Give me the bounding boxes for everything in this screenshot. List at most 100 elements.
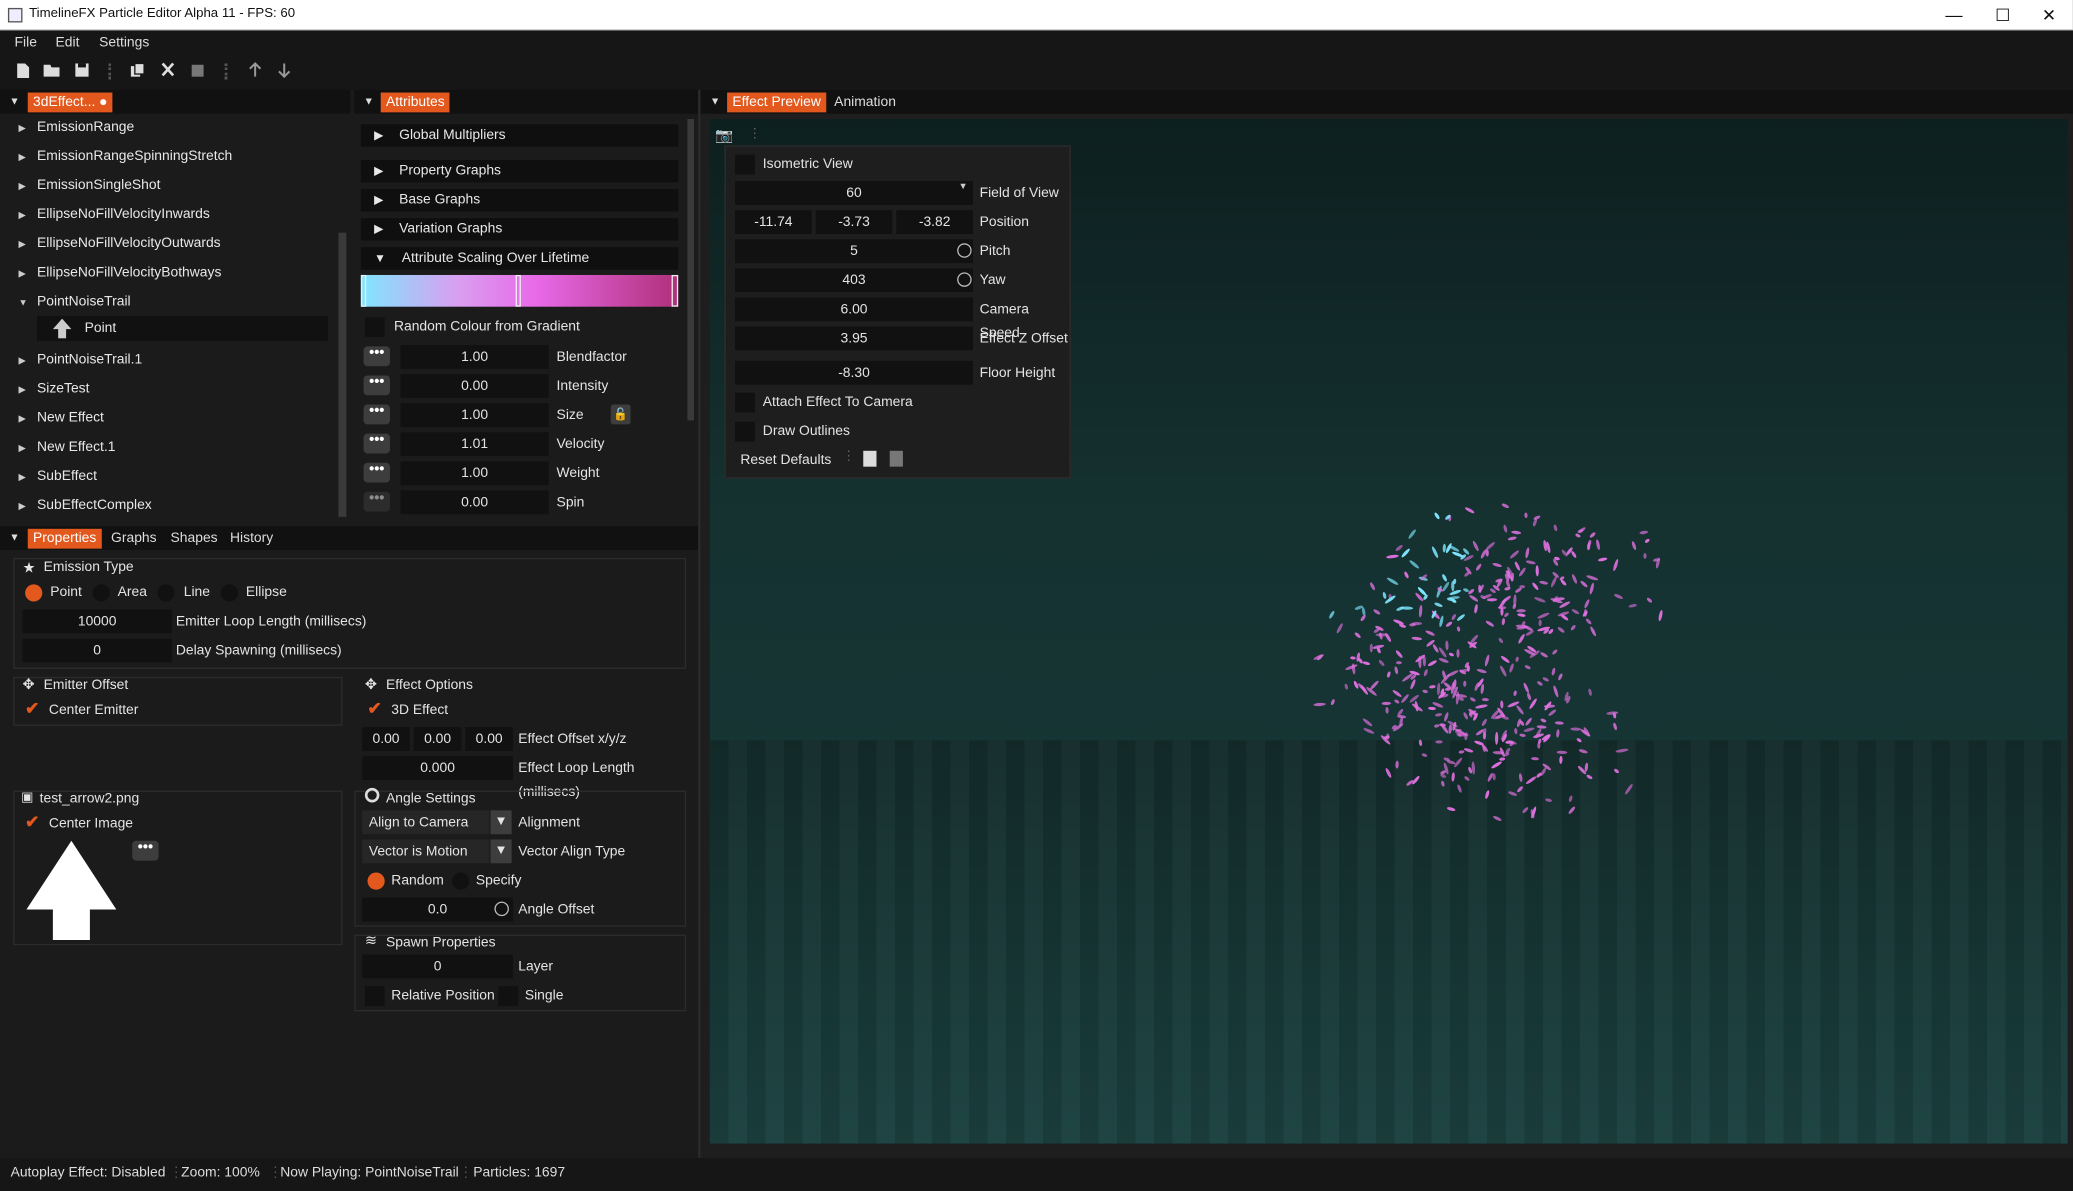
chevron-right-icon[interactable]: ▶ xyxy=(19,118,38,142)
relative-position-checkbox[interactable] xyxy=(364,986,385,1007)
colour-gradient-bar[interactable] xyxy=(360,274,679,307)
paste-icon[interactable] xyxy=(189,62,208,81)
attribute-value-input[interactable]: 1.00 xyxy=(400,403,549,428)
radio-specify[interactable] xyxy=(452,872,470,890)
chevron-down-icon[interactable]: ▼ xyxy=(490,839,512,864)
camera-icon[interactable]: 📷 xyxy=(715,127,733,144)
chevron-right-icon[interactable]: ▶ xyxy=(19,147,38,171)
library-scrollbar[interactable] xyxy=(338,232,347,517)
alignment-select[interactable]: Align to Camera and xyxy=(362,810,490,854)
attribute-value-input[interactable]: 0.00 xyxy=(400,490,549,515)
section-variation-graphs[interactable]: ▶ Variation Graphs xyxy=(360,218,679,241)
chevron-down-icon[interactable]: ▼ xyxy=(490,810,512,835)
reset-defaults-button[interactable]: Reset Defaults xyxy=(740,448,831,472)
effect-offset-y-input[interactable]: 0.00 xyxy=(413,727,462,751)
radio-random[interactable] xyxy=(367,872,385,890)
section-property-graphs[interactable]: ▶ Property Graphs xyxy=(360,159,679,183)
tree-item[interactable]: ▶ EmissionSingleShot xyxy=(19,173,161,197)
attribute-options-button[interactable]: ••• xyxy=(363,346,390,367)
tab-attributes[interactable]: Attributes xyxy=(380,92,450,113)
center-image-check-icon[interactable]: ✔ xyxy=(25,812,39,833)
yaw-input[interactable]: 403 xyxy=(735,268,973,293)
new-file-icon[interactable] xyxy=(13,62,32,81)
attribute-value-input[interactable]: 1.01 xyxy=(400,432,549,457)
tree-item[interactable]: ▶ EmissionRangeSpinningStretch xyxy=(19,144,233,168)
floor-height-input[interactable]: -8.30 xyxy=(735,360,973,385)
gradient-stop[interactable] xyxy=(360,274,367,307)
chevron-right-icon[interactable]: ▶ xyxy=(19,176,38,200)
close-button[interactable]: ✕ xyxy=(2025,0,2073,30)
draw-outlines-checkbox[interactable] xyxy=(735,421,755,442)
tab-3deffect[interactable]: 3dEffect... ● xyxy=(27,92,113,113)
attribute-options-button[interactable]: ••• xyxy=(363,491,390,512)
tree-item[interactable]: ▶ New Effect.1 xyxy=(19,435,116,459)
attribute-options-button[interactable]: ••• xyxy=(363,462,390,483)
tab-animation[interactable]: Animation xyxy=(829,93,901,113)
tab-graphs[interactable]: Graphs xyxy=(106,529,162,549)
section-global-multipliers[interactable]: ▶ Global Multipliers xyxy=(360,124,679,147)
chevron-right-icon[interactable]: ▶ xyxy=(19,234,38,258)
position-x-input[interactable]: -11.74 xyxy=(735,210,812,234)
dial-icon[interactable] xyxy=(957,272,972,287)
section-base-graphs[interactable]: ▶ Base Graphs xyxy=(360,189,679,212)
effect-loop-input[interactable]: 0.000 xyxy=(362,756,513,780)
effect-z-offset-input[interactable]: 3.95 xyxy=(735,326,973,351)
pitch-input[interactable]: 5 xyxy=(735,239,973,264)
chevron-right-icon[interactable]: ▶ xyxy=(19,496,38,520)
image-options-button[interactable]: ••• xyxy=(132,840,159,861)
attribute-options-button[interactable]: ••• xyxy=(363,375,390,396)
tab-history[interactable]: History xyxy=(225,529,279,549)
move-down-icon[interactable] xyxy=(275,62,294,81)
random-colour-checkbox[interactable] xyxy=(364,317,385,338)
radio-ellipse[interactable] xyxy=(220,584,238,602)
tree-item[interactable]: ▶ EllipseNoFillVelocityInwards xyxy=(19,202,210,226)
radio-point[interactable] xyxy=(25,584,43,602)
attribute-value-input[interactable]: 1.00 xyxy=(400,345,549,369)
panel-menu-icon[interactable]: ▼ xyxy=(364,95,374,107)
chevron-right-icon[interactable]: ▶ xyxy=(19,408,38,432)
section-attribute-scaling[interactable]: ▼ Attribute Scaling Over Lifetime xyxy=(360,247,679,270)
panel-menu-icon[interactable]: ▼ xyxy=(9,531,19,543)
attribute-options-button[interactable]: ••• xyxy=(363,404,390,425)
cut-icon[interactable] xyxy=(159,62,178,81)
panel-menu-icon[interactable]: ▼ xyxy=(9,95,19,107)
panel-menu-icon[interactable]: ▼ xyxy=(710,95,720,107)
radio-line[interactable] xyxy=(157,584,175,602)
attributes-scrollbar[interactable] xyxy=(687,118,695,421)
chevron-right-icon[interactable]: ▶ xyxy=(19,467,38,491)
tree-item[interactable]: ▼ PointNoiseTrail xyxy=(19,290,131,314)
position-y-input[interactable]: -3.73 xyxy=(815,210,893,234)
paste-icon[interactable] xyxy=(889,450,903,467)
tree-item[interactable]: ▶ EllipseNoFillVelocityBothways xyxy=(19,260,222,284)
effect-offset-z-input[interactable]: 0.00 xyxy=(465,727,513,751)
vector-align-select[interactable]: Vector is Motion xyxy=(362,839,490,864)
radio-area[interactable] xyxy=(92,584,110,602)
open-folder-icon[interactable] xyxy=(42,62,61,81)
effect-offset-x-input[interactable]: 0.00 xyxy=(362,727,410,751)
minimize-button[interactable]: — xyxy=(1930,0,1978,30)
tree-item[interactable]: ▶ PointNoiseTrail.1 xyxy=(19,348,143,372)
gradient-stop[interactable] xyxy=(515,274,521,307)
tree-item[interactable]: ▶ SubEffect xyxy=(19,464,97,488)
field-of-view-input[interactable]: 60 xyxy=(735,181,973,205)
position-z-input[interactable]: -3.82 xyxy=(896,210,973,234)
dial-icon[interactable] xyxy=(494,901,509,917)
3d-effect-check-icon[interactable]: ✔ xyxy=(368,698,382,719)
dial-icon[interactable] xyxy=(957,243,972,258)
tree-item[interactable]: ▶ EllipseNoFillVelocityOutwards xyxy=(19,231,221,255)
tree-child-selected[interactable]: Point xyxy=(37,315,328,342)
chevron-right-icon[interactable]: ▶ xyxy=(19,205,38,229)
tree-item[interactable]: ▶ EmissionRange xyxy=(19,115,135,139)
attribute-options-button[interactable]: ••• xyxy=(363,433,390,454)
menu-settings[interactable]: Settings xyxy=(99,34,149,50)
tab-properties[interactable]: Properties xyxy=(27,528,102,549)
tree-item[interactable]: ▶ SizeTest xyxy=(19,377,90,401)
tab-shapes[interactable]: Shapes xyxy=(165,529,223,549)
isometric-view-checkbox[interactable] xyxy=(735,154,755,175)
menu-file[interactable]: File xyxy=(15,34,37,50)
attribute-value-input[interactable]: 0.00 xyxy=(400,374,549,398)
chevron-right-icon[interactable]: ▶ xyxy=(19,438,38,462)
copy-icon[interactable] xyxy=(128,62,147,81)
tab-effect-preview[interactable]: Effect Preview xyxy=(727,92,827,113)
angle-offset-input[interactable]: 0.0 xyxy=(362,897,513,922)
